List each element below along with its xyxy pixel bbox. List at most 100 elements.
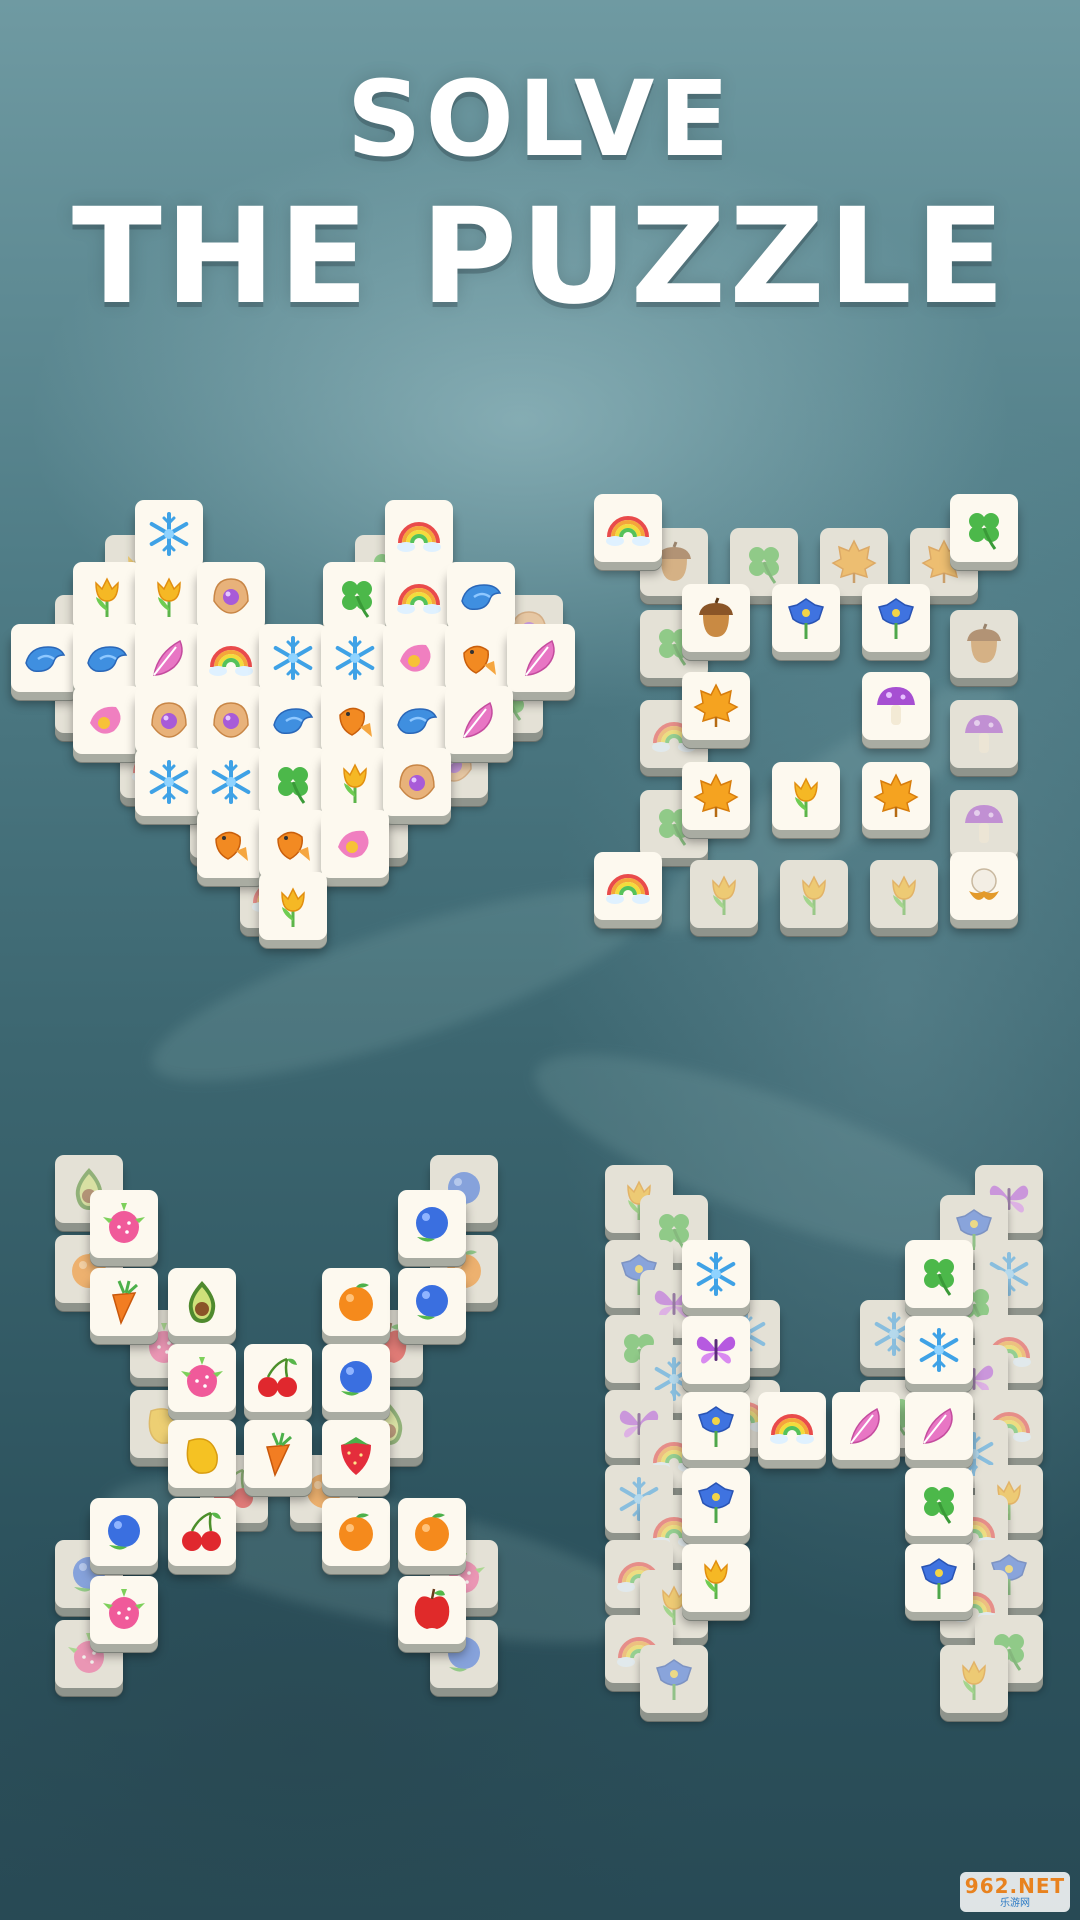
- tile[interactable]: [322, 1344, 390, 1412]
- tile[interactable]: [950, 494, 1018, 562]
- tile[interactable]: [90, 1498, 158, 1566]
- tile[interactable]: [322, 1498, 390, 1566]
- tile[interactable]: [862, 584, 930, 652]
- tile[interactable]: [445, 686, 513, 754]
- tile[interactable]: [905, 1316, 973, 1384]
- tile[interactable]: [168, 1268, 236, 1336]
- tile[interactable]: [594, 852, 662, 920]
- tile[interactable]: [321, 748, 389, 816]
- tile[interactable]: [259, 810, 327, 878]
- tile[interactable]: [135, 748, 203, 816]
- blueberry-icon: [331, 1353, 381, 1403]
- acorn-icon: [959, 619, 1009, 669]
- tile[interactable]: [135, 624, 203, 692]
- tile[interactable]: [398, 1576, 466, 1644]
- tile[interactable]: [259, 686, 327, 754]
- clover-icon: [332, 571, 382, 621]
- tile[interactable]: [682, 1544, 750, 1612]
- tulip-icon: [879, 869, 929, 919]
- tile[interactable]: [950, 852, 1018, 920]
- orange-icon: [331, 1507, 381, 1557]
- tulip-icon: [82, 571, 132, 621]
- clover-icon: [268, 757, 318, 807]
- tile[interactable]: [321, 810, 389, 878]
- tile[interactable]: [90, 1576, 158, 1644]
- tile[interactable]: [90, 1190, 158, 1258]
- tile[interactable]: [321, 624, 389, 692]
- tile[interactable]: [862, 672, 930, 740]
- tile[interactable]: [383, 686, 451, 754]
- tile[interactable]: [73, 562, 141, 630]
- tile[interactable]: [383, 624, 451, 692]
- snowflake-icon: [691, 1249, 741, 1299]
- tile[interactable]: [135, 562, 203, 630]
- tile[interactable]: [398, 1268, 466, 1336]
- maple-leaf-icon: [871, 771, 921, 821]
- tile[interactable]: [259, 748, 327, 816]
- tile[interactable]: [385, 562, 453, 630]
- tile[interactable]: [682, 584, 750, 652]
- tile[interactable]: [322, 1268, 390, 1336]
- tile[interactable]: [244, 1344, 312, 1412]
- tile[interactable]: [682, 1468, 750, 1536]
- bellflower-icon: [781, 593, 831, 643]
- rainbow-icon: [394, 509, 444, 559]
- tile[interactable]: [862, 762, 930, 830]
- tile[interactable]: [321, 686, 389, 754]
- tile[interactable]: [594, 494, 662, 562]
- tile[interactable]: [507, 624, 575, 692]
- tile[interactable]: [90, 1268, 158, 1336]
- tile[interactable]: [682, 672, 750, 740]
- tile[interactable]: [682, 1316, 750, 1384]
- shell-pearl-icon: [206, 695, 256, 745]
- tile-covered: [940, 1645, 1008, 1713]
- blueberry-icon: [407, 1277, 457, 1327]
- tile[interactable]: [398, 1190, 466, 1258]
- tile[interactable]: [447, 562, 515, 630]
- tile[interactable]: [197, 686, 265, 754]
- tile[interactable]: [168, 1420, 236, 1488]
- tile[interactable]: [11, 624, 79, 692]
- heart-board: [0, 0, 1080, 1920]
- tile[interactable]: [385, 500, 453, 568]
- tile[interactable]: [905, 1240, 973, 1308]
- goldfish-icon: [268, 819, 318, 869]
- feather-pink-icon: [841, 1401, 891, 1451]
- tile-covered: [780, 860, 848, 928]
- tile[interactable]: [197, 810, 265, 878]
- tile[interactable]: [73, 686, 141, 754]
- avocado-icon: [177, 1277, 227, 1327]
- shell-pearl-icon: [392, 757, 442, 807]
- tile[interactable]: [244, 1420, 312, 1488]
- tile[interactable]: [197, 748, 265, 816]
- dragonfruit-icon: [99, 1199, 149, 1249]
- tile[interactable]: [168, 1344, 236, 1412]
- tile-covered: [950, 700, 1018, 768]
- tile[interactable]: [772, 584, 840, 652]
- tile[interactable]: [323, 562, 391, 630]
- snowflake-icon: [144, 757, 194, 807]
- petal-pink-icon: [82, 695, 132, 745]
- tile[interactable]: [905, 1544, 973, 1612]
- tile[interactable]: [682, 1392, 750, 1460]
- tile[interactable]: [445, 624, 513, 692]
- tile[interactable]: [168, 1498, 236, 1566]
- tile[interactable]: [322, 1420, 390, 1488]
- tile[interactable]: [905, 1468, 973, 1536]
- tile[interactable]: [398, 1498, 466, 1566]
- tile[interactable]: [135, 686, 203, 754]
- tile[interactable]: [259, 624, 327, 692]
- tile[interactable]: [682, 762, 750, 830]
- tile[interactable]: [259, 872, 327, 940]
- tile[interactable]: [905, 1392, 973, 1460]
- tile[interactable]: [832, 1392, 900, 1460]
- tile[interactable]: [197, 624, 265, 692]
- tile[interactable]: [73, 624, 141, 692]
- tile[interactable]: [682, 1240, 750, 1308]
- tile[interactable]: [383, 748, 451, 816]
- butterfly-icon: [691, 1325, 741, 1375]
- tile[interactable]: [758, 1392, 826, 1460]
- tile[interactable]: [197, 562, 265, 630]
- tile[interactable]: [772, 762, 840, 830]
- tile[interactable]: [135, 500, 203, 568]
